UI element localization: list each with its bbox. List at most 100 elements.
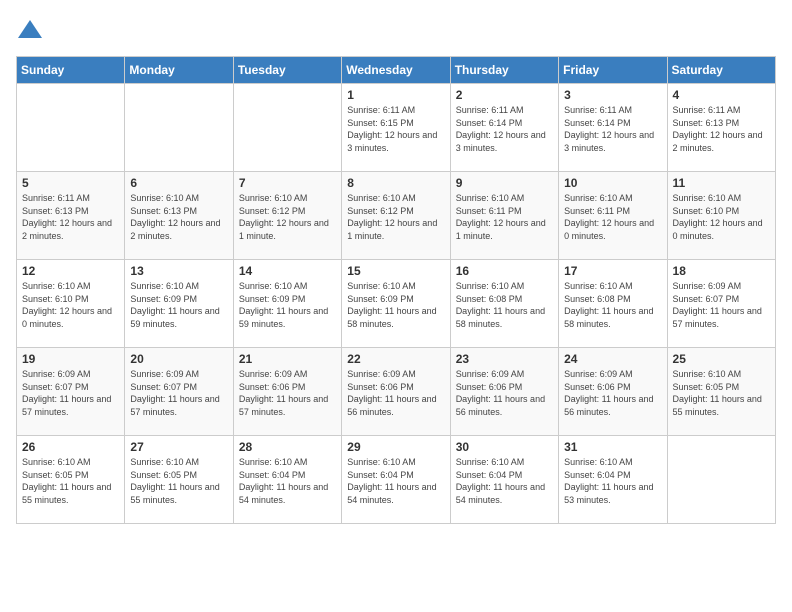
- day-cell-20: 20 Sunrise: 6:09 AM Sunset: 6:07 PM Dayli…: [125, 348, 233, 436]
- day-number-1: 1: [347, 88, 444, 102]
- day-cell-13: 13 Sunrise: 6:10 AM Sunset: 6:09 PM Dayli…: [125, 260, 233, 348]
- day-cell-19: 19 Sunrise: 6:09 AM Sunset: 6:07 PM Dayli…: [17, 348, 125, 436]
- day-info-23: Sunrise: 6:09 AM Sunset: 6:06 PM Dayligh…: [456, 368, 553, 418]
- day-cell-4: 4 Sunrise: 6:11 AM Sunset: 6:13 PM Daylig…: [667, 84, 775, 172]
- day-info-16: Sunrise: 6:10 AM Sunset: 6:08 PM Dayligh…: [456, 280, 553, 330]
- day-cell-7: 7Sunrise: 6:10 AM Sunset: 6:12 PM Daylig…: [233, 172, 341, 260]
- day-cell-16: 16 Sunrise: 6:10 AM Sunset: 6:08 PM Dayli…: [450, 260, 558, 348]
- week-row-2: 5 Sunrise: 6:11 AM Sunset: 6:13 PM Daylig…: [17, 172, 776, 260]
- day-info-15: Sunrise: 6:10 AM Sunset: 6:09 PM Dayligh…: [347, 280, 444, 330]
- day-number-10: 10: [564, 176, 661, 190]
- day-cell-30: 30 Sunrise: 6:10 AM Sunset: 6:04 PM Dayli…: [450, 436, 558, 524]
- day-cell-5: 5 Sunrise: 6:11 AM Sunset: 6:13 PM Daylig…: [17, 172, 125, 260]
- day-info-17: Sunrise: 6:10 AM Sunset: 6:08 PM Dayligh…: [564, 280, 661, 330]
- day-number-2: 2: [456, 88, 553, 102]
- day-cell-24: 24 Sunrise: 6:09 AM Sunset: 6:06 PM Dayli…: [559, 348, 667, 436]
- day-number-26: 26: [22, 440, 119, 454]
- day-number-5: 5: [22, 176, 119, 190]
- weekday-header-thursday: Thursday: [450, 57, 558, 84]
- day-info-6: Sunrise: 6:10 AM Sunset: 6:13 PM Dayligh…: [130, 192, 227, 242]
- day-info-26: Sunrise: 6:10 AM Sunset: 6:05 PM Dayligh…: [22, 456, 119, 506]
- day-number-4: 4: [673, 88, 770, 102]
- weekday-header-tuesday: Tuesday: [233, 57, 341, 84]
- day-info-14: Sunrise: 6:10 AM Sunset: 6:09 PM Dayligh…: [239, 280, 336, 330]
- day-cell-1: 1 Sunrise: 6:11 AM Sunset: 6:15 PM Daylig…: [342, 84, 450, 172]
- day-cell-27: 27Sunrise: 6:10 AM Sunset: 6:05 PM Dayli…: [125, 436, 233, 524]
- day-info-21: Sunrise: 6:09 AM Sunset: 6:06 PM Dayligh…: [239, 368, 336, 418]
- day-cell-6: 6 Sunrise: 6:10 AM Sunset: 6:13 PM Daylig…: [125, 172, 233, 260]
- week-row-3: 12 Sunrise: 6:10 AM Sunset: 6:10 PM Dayli…: [17, 260, 776, 348]
- day-cell-26: 26 Sunrise: 6:10 AM Sunset: 6:05 PM Dayli…: [17, 436, 125, 524]
- day-info-25: Sunrise: 6:10 AM Sunset: 6:05 PM Dayligh…: [673, 368, 770, 418]
- day-info-1: Sunrise: 6:11 AM Sunset: 6:15 PM Dayligh…: [347, 104, 444, 154]
- day-number-30: 30: [456, 440, 553, 454]
- day-number-13: 13: [130, 264, 227, 278]
- day-cell-9: 9 Sunrise: 6:10 AM Sunset: 6:11 PM Daylig…: [450, 172, 558, 260]
- day-cell-2: 2 Sunrise: 6:11 AM Sunset: 6:14 PM Daylig…: [450, 84, 558, 172]
- day-number-7: 7: [239, 176, 336, 190]
- day-info-18: Sunrise: 6:09 AM Sunset: 6:07 PM Dayligh…: [673, 280, 770, 330]
- day-number-16: 16: [456, 264, 553, 278]
- calendar-table: SundayMondayTuesdayWednesdayThursdayFrid…: [16, 56, 776, 524]
- day-info-28: Sunrise: 6:10 AM Sunset: 6:04 PM Dayligh…: [239, 456, 336, 506]
- day-info-19: Sunrise: 6:09 AM Sunset: 6:07 PM Dayligh…: [22, 368, 119, 418]
- day-cell-8: 8 Sunrise: 6:10 AM Sunset: 6:12 PM Daylig…: [342, 172, 450, 260]
- day-info-5: Sunrise: 6:11 AM Sunset: 6:13 PM Dayligh…: [22, 192, 119, 242]
- day-cell-29: 29Sunrise: 6:10 AM Sunset: 6:04 PM Dayli…: [342, 436, 450, 524]
- day-number-12: 12: [22, 264, 119, 278]
- day-info-3: Sunrise: 6:11 AM Sunset: 6:14 PM Dayligh…: [564, 104, 661, 154]
- day-info-11: Sunrise: 6:10 AM Sunset: 6:10 PM Dayligh…: [673, 192, 770, 242]
- weekday-header-wednesday: Wednesday: [342, 57, 450, 84]
- day-cell-3: 3Sunrise: 6:11 AM Sunset: 6:14 PM Daylig…: [559, 84, 667, 172]
- day-number-6: 6: [130, 176, 227, 190]
- day-number-22: 22: [347, 352, 444, 366]
- day-cell-15: 15 Sunrise: 6:10 AM Sunset: 6:09 PM Dayli…: [342, 260, 450, 348]
- day-number-8: 8: [347, 176, 444, 190]
- day-number-28: 28: [239, 440, 336, 454]
- day-number-18: 18: [673, 264, 770, 278]
- day-cell-31: 31 Sunrise: 6:10 AM Sunset: 6:04 PM Dayli…: [559, 436, 667, 524]
- weekday-header-row: SundayMondayTuesdayWednesdayThursdayFrid…: [17, 57, 776, 84]
- day-info-8: Sunrise: 6:10 AM Sunset: 6:12 PM Dayligh…: [347, 192, 444, 242]
- day-info-2: Sunrise: 6:11 AM Sunset: 6:14 PM Dayligh…: [456, 104, 553, 154]
- weekday-header-sunday: Sunday: [17, 57, 125, 84]
- empty-cell: [667, 436, 775, 524]
- day-number-15: 15: [347, 264, 444, 278]
- empty-cell: [233, 84, 341, 172]
- day-number-17: 17: [564, 264, 661, 278]
- day-info-22: Sunrise: 6:09 AM Sunset: 6:06 PM Dayligh…: [347, 368, 444, 418]
- day-info-20: Sunrise: 6:09 AM Sunset: 6:07 PM Dayligh…: [130, 368, 227, 418]
- week-row-5: 26 Sunrise: 6:10 AM Sunset: 6:05 PM Dayli…: [17, 436, 776, 524]
- day-number-14: 14: [239, 264, 336, 278]
- day-cell-25: 25 Sunrise: 6:10 AM Sunset: 6:05 PM Dayli…: [667, 348, 775, 436]
- day-cell-14: 14 Sunrise: 6:10 AM Sunset: 6:09 PM Dayli…: [233, 260, 341, 348]
- logo: [16, 16, 48, 44]
- day-info-30: Sunrise: 6:10 AM Sunset: 6:04 PM Dayligh…: [456, 456, 553, 506]
- day-info-12: Sunrise: 6:10 AM Sunset: 6:10 PM Dayligh…: [22, 280, 119, 330]
- day-info-31: Sunrise: 6:10 AM Sunset: 6:04 PM Dayligh…: [564, 456, 661, 506]
- weekday-header-saturday: Saturday: [667, 57, 775, 84]
- day-cell-21: 21Sunrise: 6:09 AM Sunset: 6:06 PM Dayli…: [233, 348, 341, 436]
- day-info-9: Sunrise: 6:10 AM Sunset: 6:11 PM Dayligh…: [456, 192, 553, 242]
- day-info-10: Sunrise: 6:10 AM Sunset: 6:11 PM Dayligh…: [564, 192, 661, 242]
- logo-icon: [16, 16, 44, 44]
- day-cell-28: 28 Sunrise: 6:10 AM Sunset: 6:04 PM Dayli…: [233, 436, 341, 524]
- day-info-4: Sunrise: 6:11 AM Sunset: 6:13 PM Dayligh…: [673, 104, 770, 154]
- day-number-25: 25: [673, 352, 770, 366]
- day-cell-18: 18 Sunrise: 6:09 AM Sunset: 6:07 PM Dayli…: [667, 260, 775, 348]
- day-cell-22: 22 Sunrise: 6:09 AM Sunset: 6:06 PM Dayli…: [342, 348, 450, 436]
- day-number-19: 19: [22, 352, 119, 366]
- day-number-31: 31: [564, 440, 661, 454]
- day-cell-10: 10 Sunrise: 6:10 AM Sunset: 6:11 PM Dayli…: [559, 172, 667, 260]
- day-info-24: Sunrise: 6:09 AM Sunset: 6:06 PM Dayligh…: [564, 368, 661, 418]
- day-number-20: 20: [130, 352, 227, 366]
- day-number-29: 29: [347, 440, 444, 454]
- day-number-9: 9: [456, 176, 553, 190]
- weekday-header-friday: Friday: [559, 57, 667, 84]
- day-cell-17: 17 Sunrise: 6:10 AM Sunset: 6:08 PM Dayli…: [559, 260, 667, 348]
- day-info-13: Sunrise: 6:10 AM Sunset: 6:09 PM Dayligh…: [130, 280, 227, 330]
- day-number-24: 24: [564, 352, 661, 366]
- day-cell-23: 23 Sunrise: 6:09 AM Sunset: 6:06 PM Dayli…: [450, 348, 558, 436]
- week-row-1: 1 Sunrise: 6:11 AM Sunset: 6:15 PM Daylig…: [17, 84, 776, 172]
- day-number-23: 23: [456, 352, 553, 366]
